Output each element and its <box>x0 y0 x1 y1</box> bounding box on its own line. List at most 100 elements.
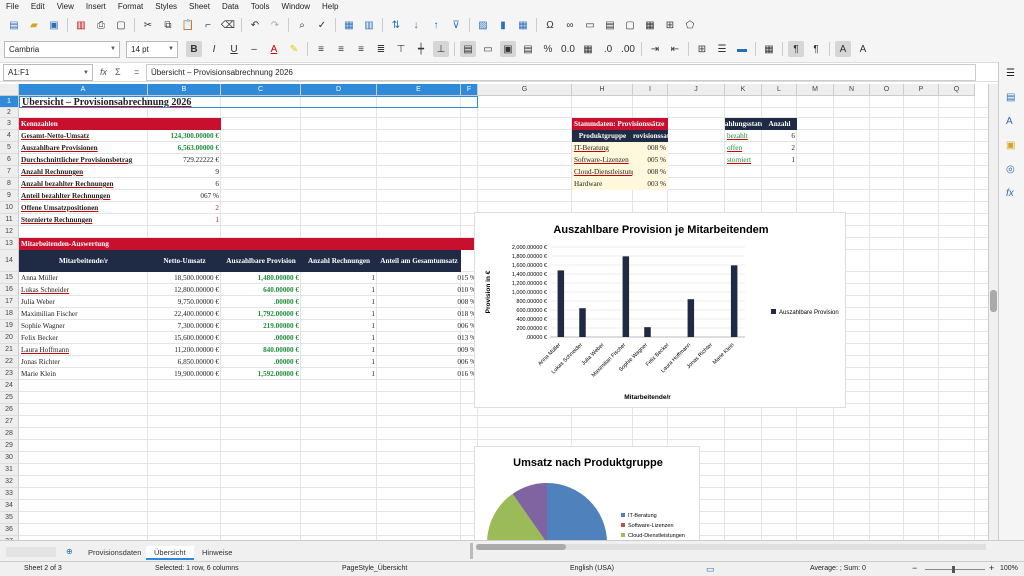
kpi-value[interactable]: 067 % <box>148 190 221 202</box>
row-header-9[interactable]: 9 <box>0 190 19 202</box>
bold-icon[interactable]: B <box>186 41 202 57</box>
pivot-table-icon[interactable]: ▦ <box>515 17 531 33</box>
table-row-netto[interactable]: 15,600.00000 € <box>148 332 221 344</box>
new-document-icon[interactable]: ▤ <box>6 17 22 33</box>
row-header-26[interactable]: 26 <box>0 404 19 416</box>
table-row-anzahl[interactable]: 1 <box>301 308 377 320</box>
zoom-slider[interactable] <box>925 569 985 570</box>
row-header-16[interactable]: 16 <box>0 284 19 296</box>
strikethrough-icon[interactable]: ‒ <box>246 41 262 57</box>
delete-decimal-icon[interactable]: .00 <box>620 41 636 57</box>
functions-icon[interactable]: fx <box>1006 188 1014 199</box>
table-row-name[interactable]: Marie Klein <box>19 368 148 380</box>
percent-format-icon[interactable]: % <box>540 41 556 57</box>
status-pagestyle[interactable]: PageStyle_Übersicht <box>342 565 407 572</box>
table-row-anteil[interactable]: 006 % <box>377 320 478 332</box>
table-row-provision[interactable]: 640.00000 € <box>221 284 301 296</box>
split-window-icon[interactable]: ⊞ <box>662 17 678 33</box>
kpi-value[interactable]: 2 <box>148 202 221 214</box>
gallery-icon[interactable]: ▣ <box>1006 140 1015 151</box>
select-all-corner[interactable] <box>0 84 19 96</box>
justify-icon[interactable]: ≣ <box>373 41 389 57</box>
copy-icon[interactable]: ⧉ <box>160 17 176 33</box>
currency-format-icon[interactable]: ▤ <box>520 41 536 57</box>
auswertung-column-header[interactable]: Mitarbeitende/r <box>19 250 148 272</box>
text-top-to-bottom-icon[interactable]: A <box>835 41 851 57</box>
auswertung-column-header[interactable]: Anteil am Gesamtumsatz <box>377 250 461 272</box>
number-format-icon[interactable]: 0.0 <box>560 41 576 57</box>
table-row-provision[interactable]: 1,480.00000 € <box>221 272 301 284</box>
kpi-value[interactable]: 9 <box>148 166 221 178</box>
stammdaten-product[interactable]: IT-Beratung <box>572 142 633 154</box>
table-row-name[interactable]: Lukas Schneider <box>19 284 148 296</box>
scroll-thumb[interactable] <box>476 544 566 550</box>
table-row-anteil[interactable]: 015 % <box>377 272 478 284</box>
row-header-4[interactable]: 4 <box>0 130 19 142</box>
menu-data[interactable]: Data <box>216 0 245 14</box>
kpi-label[interactable]: Durchschnittlicher Provisionsbetrag <box>19 154 148 166</box>
row-header-29[interactable]: 29 <box>0 440 19 452</box>
column-header-f[interactable]: F <box>461 84 478 96</box>
table-row-netto[interactable]: 6,850.00000 € <box>148 356 221 368</box>
row-header-13[interactable]: 13 <box>0 238 19 250</box>
merge-center-icon[interactable]: ▭ <box>480 41 496 57</box>
zoom-in-icon[interactable]: + <box>989 563 994 573</box>
zahlungsstatus-column-header[interactable]: Anzahl <box>762 118 797 130</box>
merge-cells-icon[interactable]: ▣ <box>500 41 516 57</box>
row-icon[interactable]: ▦ <box>341 17 357 33</box>
row-header-3[interactable]: 3 <box>0 118 19 130</box>
table-row-provision[interactable]: 1,592.00000 € <box>221 368 301 380</box>
column-header-n[interactable]: N <box>834 84 870 96</box>
formula-input[interactable]: Übersicht – Provisionsabrechnung 2026 <box>146 64 976 81</box>
tab-uebersicht[interactable]: Übersicht <box>146 546 194 560</box>
column-header-o[interactable]: O <box>870 84 904 96</box>
table-row-anzahl[interactable]: 1 <box>301 368 377 380</box>
kpi-label[interactable]: Gesamt-Netto-Umsatz <box>19 130 148 142</box>
row-header-35[interactable]: 35 <box>0 512 19 524</box>
table-row-anteil[interactable]: 006 % <box>377 356 478 368</box>
insert-chart-icon[interactable]: ▮ <box>495 17 511 33</box>
print-icon[interactable]: ⎙ <box>93 17 109 33</box>
zoom-slider-handle[interactable] <box>952 566 955 573</box>
row-header-11[interactable]: 11 <box>0 214 19 226</box>
zahlungsstatus-label[interactable]: offen <box>725 142 762 154</box>
row-header-5[interactable]: 5 <box>0 142 19 154</box>
properties-icon[interactable]: ▤ <box>1006 92 1015 103</box>
kpi-label[interactable]: Anzahl bezahlter Rechnungen <box>19 178 148 190</box>
border-style-icon[interactable]: ☰ <box>714 41 730 57</box>
table-row-anzahl[interactable]: 1 <box>301 344 377 356</box>
align-bottom-icon[interactable]: ⊥ <box>433 41 449 57</box>
column-header-q[interactable]: Q <box>939 84 975 96</box>
zahlungsstatus-count[interactable]: 2 <box>762 142 797 154</box>
styles-icon[interactable]: A <box>1006 116 1013 127</box>
column-header-i[interactable]: I <box>633 84 668 96</box>
menu-file[interactable]: File <box>0 0 25 14</box>
date-format-icon[interactable]: ▦ <box>580 41 596 57</box>
kpi-label[interactable]: Offene Umsatzpositionen <box>19 202 148 214</box>
save-icon[interactable]: ▣ <box>46 17 62 33</box>
print-preview-icon[interactable]: ▢ <box>113 17 129 33</box>
column-icon[interactable]: ▥ <box>361 17 377 33</box>
table-row-netto[interactable]: 7,300.00000 € <box>148 320 221 332</box>
row-header-10[interactable]: 10 <box>0 202 19 214</box>
headers-footers-icon[interactable]: ▤ <box>602 17 618 33</box>
row-header-8[interactable]: 8 <box>0 178 19 190</box>
row-header-33[interactable]: 33 <box>0 488 19 500</box>
stammdaten-rate[interactable]: 005 % <box>633 154 668 166</box>
right-to-left-icon[interactable]: ¶ <box>808 41 824 57</box>
kpi-value[interactable]: 729.22222 € <box>148 154 221 166</box>
column-header-j[interactable]: J <box>668 84 725 96</box>
column-header-e[interactable]: E <box>377 84 461 96</box>
navigator-icon[interactable]: ◎ <box>1006 164 1015 175</box>
kpi-value[interactable]: 124,300.00000 € <box>148 130 221 142</box>
row-header-27[interactable]: 27 <box>0 416 19 428</box>
zahlungsstatus-count[interactable]: 1 <box>762 154 797 166</box>
table-row-name[interactable]: Felix Becker <box>19 332 148 344</box>
kpi-label[interactable]: Anzahl Rechnungen <box>19 166 148 178</box>
row-header-2[interactable]: 2 <box>0 108 19 118</box>
stammdaten-column-header[interactable]: Provisionssatz <box>633 130 668 142</box>
kpi-label[interactable]: Anteil bezahlter Rechnungen <box>19 190 148 202</box>
align-left-icon[interactable]: ≡ <box>313 41 329 57</box>
sort-ascending-icon[interactable]: ↓ <box>408 17 424 33</box>
row-header-30[interactable]: 30 <box>0 452 19 464</box>
